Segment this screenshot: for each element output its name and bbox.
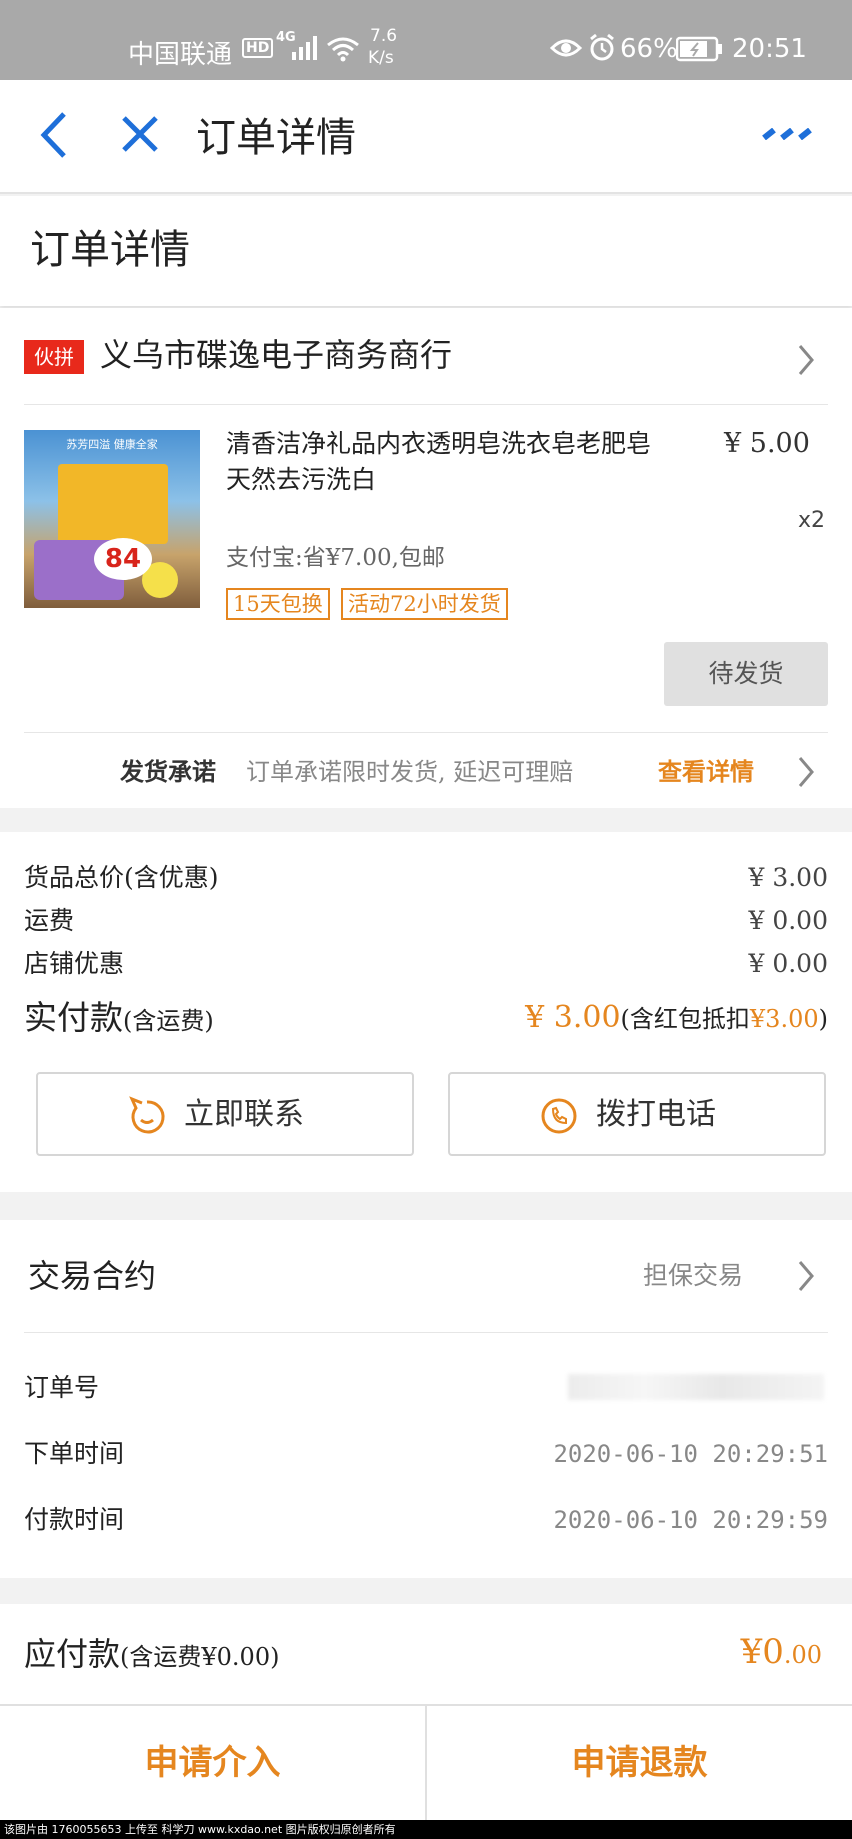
- paid-value: ¥ 3.00: [525, 1000, 621, 1035]
- product-image-caption: 苏芳四溢 健康全家: [66, 438, 158, 451]
- amount-due-card: 应付款(含运费¥0.00) ¥0.00: [0, 1604, 852, 1704]
- soap-bar-shape: [58, 464, 168, 544]
- speed-value: 7.6: [370, 26, 398, 46]
- contract-title: 交易合约: [28, 1257, 157, 1295]
- paid-extra-prefix: (含红包抵扣: [620, 1005, 750, 1033]
- call-phone-button[interactable]: 拨打电话: [448, 1072, 826, 1156]
- cost-value-shop-discount: ¥ 0.00: [748, 949, 828, 978]
- back-icon[interactable]: [34, 110, 74, 160]
- watermark-strip: 该图片由 1760055653 上传至 科学刀 www.kxdao.net 图片…: [0, 1820, 852, 1839]
- chevron-right-icon[interactable]: [796, 756, 816, 788]
- signal-icon: [292, 36, 317, 60]
- product-price: ¥ 5.00: [724, 428, 810, 459]
- order-number-label: 订单号: [24, 1373, 100, 1402]
- shop-name[interactable]: 义乌市碟逸电子商务商行: [100, 334, 452, 376]
- eye-icon: [550, 39, 582, 57]
- promise-label: 发货承诺: [120, 757, 216, 786]
- apply-intervention-button[interactable]: 申请介入: [0, 1706, 425, 1820]
- product-image[interactable]: 苏芳四溢 健康全家 84: [24, 430, 200, 608]
- product-title-line2[interactable]: 天然去污洗白: [226, 462, 376, 498]
- order-time-value: 2020-06-10 20:29:51: [553, 1440, 828, 1468]
- payment-time-value: 2020-06-10 20:29:59: [553, 1506, 828, 1534]
- speed-unit: K/s: [368, 48, 394, 68]
- bottom-action-bar: 申请介入 申请退款: [0, 1704, 852, 1820]
- amount-due-decimals: .00: [783, 1641, 822, 1669]
- amount-due-note: (含运费¥0.00): [120, 1643, 280, 1671]
- status-bar: 中国联通 HD 4G 7.6 K/s 66% 20:51: [0, 0, 852, 80]
- cost-label-shipping: 运费: [24, 906, 75, 935]
- status-button[interactable]: 待发货: [664, 642, 828, 706]
- hd-icon: HD: [242, 38, 274, 58]
- payment-time-label: 付款时间: [24, 1505, 125, 1534]
- tag-72h-shipping: 活动72小时发货: [341, 588, 508, 620]
- amount-due-label-group: 应付款(含运费¥0.00): [24, 1632, 279, 1682]
- order-card: 伙拼 义乌市碟逸电子商务商行 苏芳四溢 健康全家 84 清香洁净礼品内衣透明皂洗…: [0, 308, 852, 808]
- phone-icon: [541, 1098, 577, 1134]
- cost-value-shipping: ¥ 0.00: [748, 906, 828, 935]
- cost-label-goods: 货品总价(含优惠): [24, 863, 219, 892]
- order-time-label: 下单时间: [24, 1439, 125, 1468]
- nav-bar: 订单详情: [0, 80, 852, 194]
- tag-15-day-exchange: 15天包换: [226, 588, 330, 620]
- close-icon[interactable]: [118, 112, 162, 156]
- cost-label-shop-discount: 店铺优惠: [24, 949, 125, 978]
- product-title-line1[interactable]: 清香洁净礼品内衣透明皂洗衣皂老肥皂: [226, 426, 651, 462]
- alarm-icon: [590, 33, 614, 61]
- contract-type[interactable]: 担保交易: [643, 1258, 743, 1294]
- clock: 20:51: [732, 34, 807, 64]
- group-buy-badge: 伙拼: [24, 340, 84, 374]
- paid-note: (含运费): [123, 1007, 214, 1035]
- call-phone-label: 拨打电话: [596, 1097, 716, 1132]
- contract-card: 交易合约 担保交易 订单号 下单时间 2020-06-10 20:29:51 付…: [0, 1220, 852, 1578]
- contact-seller-label: 立即联系: [184, 1097, 304, 1132]
- divider: [24, 404, 828, 405]
- apply-refund-button[interactable]: 申请退款: [427, 1706, 852, 1820]
- amount-due-value-group: ¥0.00: [741, 1628, 822, 1682]
- order-number-blurred: [568, 1374, 824, 1400]
- promise-description: 订单承诺限时发货, 延迟可理赔: [246, 758, 574, 786]
- promise-detail-link[interactable]: 查看详情: [658, 754, 754, 790]
- product-quantity: x2: [798, 508, 826, 533]
- paid-label: 实付款: [24, 998, 123, 1037]
- more-icon[interactable]: [760, 128, 812, 140]
- chat-bubble-icon: [129, 1096, 165, 1134]
- paid-value-group: ¥ 3.00(含红包抵扣¥3.00): [525, 996, 828, 1044]
- product-promo: 支付宝:省¥7.00,包邮: [226, 545, 445, 571]
- product-image-badge: 84: [94, 538, 152, 580]
- battery-icon: [676, 36, 722, 62]
- divider: [24, 732, 828, 733]
- chevron-right-icon[interactable]: [796, 344, 816, 376]
- divider: [24, 1332, 828, 1333]
- nav-title: 订单详情: [196, 115, 356, 161]
- amount-due-label: 应付款: [24, 1635, 121, 1673]
- cost-card: 货品总价(含优惠) ¥ 3.00 运费 ¥ 0.00 店铺优惠 ¥ 0.00 实…: [0, 832, 852, 1192]
- chevron-right-icon[interactable]: [796, 1260, 816, 1292]
- carrier-label: 中国联通: [128, 40, 233, 70]
- wifi-icon: [327, 37, 359, 62]
- paid-extra-value: ¥3.00: [749, 1005, 819, 1033]
- cost-value-goods: ¥ 3.00: [748, 863, 828, 892]
- contact-seller-button[interactable]: 立即联系: [36, 1072, 414, 1156]
- page-title: 订单详情: [30, 227, 190, 273]
- paid-label-group: 实付款(含运费): [24, 996, 214, 1046]
- battery-percent: 66%: [620, 34, 678, 64]
- page-header: 订单详情: [0, 196, 852, 306]
- paid-extra-suffix: ): [818, 1005, 828, 1033]
- amount-due-value: ¥0: [740, 1632, 784, 1672]
